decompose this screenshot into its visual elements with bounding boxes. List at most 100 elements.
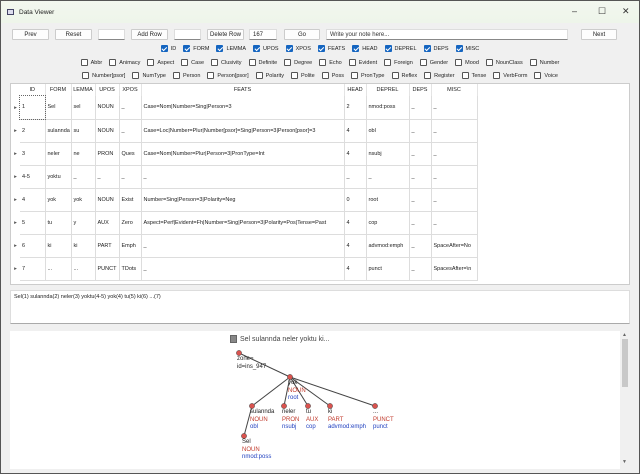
- cell-deps[interactable]: _: [409, 96, 432, 120]
- cell-deprel[interactable]: nmod:poss: [366, 96, 410, 120]
- checkbox-box[interactable]: [82, 72, 90, 79]
- row-expand-icon[interactable]: ▸: [11, 119, 20, 142]
- column-header-deprel[interactable]: DEPREL: [366, 84, 410, 96]
- row-expand-icon[interactable]: ▸: [11, 142, 20, 165]
- note-input[interactable]: Write your note here...: [326, 29, 568, 40]
- checkbox-feats[interactable]: FEATS: [317, 45, 345, 52]
- checkbox-box[interactable]: [461, 72, 469, 79]
- next-button[interactable]: Next: [581, 29, 617, 40]
- column-header-feats[interactable]: FEATS: [141, 84, 345, 96]
- checkbox-box[interactable]: [455, 45, 463, 52]
- cell-lemma[interactable]: ...: [71, 257, 96, 281]
- checkbox-xpos[interactable]: XPOS: [285, 45, 311, 52]
- checkbox-box[interactable]: [183, 45, 191, 52]
- checkbox-box[interactable]: [384, 45, 392, 52]
- cell-form[interactable]: yok: [45, 188, 72, 212]
- column-header-deps[interactable]: DEPS: [409, 84, 432, 96]
- tree-node[interactable]: [287, 374, 293, 380]
- checkbox-deprel[interactable]: DEPREL: [384, 45, 417, 52]
- checkbox-lemma[interactable]: LEMMA: [216, 45, 246, 52]
- row-expand-icon[interactable]: ▸: [11, 234, 20, 257]
- checkbox-deps[interactable]: DEPS: [423, 45, 449, 52]
- tree-node[interactable]: [281, 403, 287, 409]
- table-row[interactable]: ▸ 6 ki ki PART Emph _ 4 advmod:emph _ SpaceAfter=N…: [11, 234, 478, 258]
- cell-misc[interactable]: _: [431, 188, 478, 212]
- checkbox-polarity[interactable]: Polarity: [255, 72, 284, 79]
- checkbox-box[interactable]: [317, 45, 325, 52]
- cell-feats[interactable]: Case=Nom|Number=Plur|Person=3|PronType=I…: [141, 142, 345, 166]
- cell-head[interactable]: 4: [344, 257, 367, 281]
- sentence-text-box[interactable]: Sel(1) sulannda(2) neler(3) yoktu(4-5) y…: [10, 290, 630, 324]
- table-row[interactable]: ▸ 4-5 yoktu _ _ _ _ _ _ _ _: [11, 165, 478, 189]
- checkbox-form[interactable]: FORM: [183, 45, 209, 52]
- cell-deps[interactable]: _: [409, 234, 432, 258]
- cell-misc[interactable]: _: [431, 165, 478, 189]
- checkbox-mood[interactable]: Mood: [455, 59, 479, 66]
- checkbox-box[interactable]: [109, 59, 117, 66]
- cell-misc[interactable]: _: [431, 119, 478, 143]
- checkbox-box[interactable]: [160, 45, 168, 52]
- column-header-xpos[interactable]: XPOS: [119, 84, 142, 96]
- cell-xpos[interactable]: TDots: [119, 257, 142, 281]
- cell-head[interactable]: _: [344, 165, 367, 189]
- cell-deps[interactable]: _: [409, 188, 432, 212]
- cell-upos[interactable]: NOUN: [95, 119, 120, 143]
- cell-deprel[interactable]: _: [366, 165, 410, 189]
- cell-misc[interactable]: SpaceAfter=No: [431, 234, 478, 258]
- scroll-up-icon[interactable]: ▲: [622, 332, 627, 338]
- checkbox-box[interactable]: [485, 59, 493, 66]
- checkbox-box[interactable]: [352, 45, 360, 52]
- checkbox-box[interactable]: [391, 72, 399, 79]
- cell-xpos[interactable]: Zero: [119, 211, 142, 235]
- tree-scrollbar[interactable]: ▲ ▼: [620, 331, 630, 469]
- cell-deps[interactable]: _: [409, 257, 432, 281]
- cell-deprel[interactable]: obl: [366, 119, 410, 143]
- cell-form[interactable]: sulannda: [45, 119, 72, 143]
- cell-deps[interactable]: _: [409, 142, 432, 166]
- add-row-input[interactable]: [98, 29, 125, 40]
- cell-upos[interactable]: NOUN: [95, 188, 120, 212]
- row-expand-icon[interactable]: ▸: [11, 257, 20, 280]
- cell-lemma[interactable]: ki: [71, 234, 96, 258]
- cell-head[interactable]: 4: [344, 211, 367, 235]
- cell-xpos[interactable]: _: [119, 119, 142, 143]
- checkbox-nounclass[interactable]: NounClass: [485, 59, 523, 66]
- checkbox-reflex[interactable]: Reflex: [391, 72, 417, 79]
- reset-button[interactable]: Reset: [55, 29, 92, 40]
- checkbox-box[interactable]: [147, 59, 155, 66]
- cell-xpos[interactable]: Emph: [119, 234, 142, 258]
- cell-upos[interactable]: PRON: [95, 142, 120, 166]
- row-expand-icon[interactable]: ▸: [11, 96, 20, 119]
- cell-id[interactable]: 4-5: [20, 165, 46, 189]
- cell-head[interactable]: 4: [344, 234, 367, 258]
- tree-node[interactable]: [305, 403, 311, 409]
- column-header-lemma[interactable]: LEMMA: [71, 84, 96, 96]
- delete-row-button[interactable]: Delete Row: [207, 29, 244, 40]
- checkbox-poss[interactable]: Poss: [321, 72, 344, 79]
- tree-toggle-icon[interactable]: [230, 335, 237, 343]
- checkbox-box[interactable]: [132, 72, 140, 79]
- column-header-upos[interactable]: UPOS: [95, 84, 120, 96]
- checkbox-box[interactable]: [455, 59, 463, 66]
- checkbox-box[interactable]: [248, 59, 256, 66]
- checkbox-box[interactable]: [384, 59, 392, 66]
- checkbox-box[interactable]: [285, 45, 293, 52]
- cell-head[interactable]: 0: [344, 188, 367, 212]
- cell-form[interactable]: yoktu: [45, 165, 72, 189]
- tree-root-node[interactable]: [236, 350, 242, 356]
- minimize-button[interactable]: –: [572, 6, 577, 16]
- column-header-form[interactable]: FORM: [45, 84, 72, 96]
- checkbox-person[interactable]: Person: [172, 72, 200, 79]
- cell-id[interactable]: 4: [20, 188, 46, 212]
- cell-id[interactable]: 1: [19, 95, 46, 120]
- cell-lemma[interactable]: y: [71, 211, 96, 235]
- table-row[interactable]: ▸ 5 tu y AUX Zero Aspect=Perf|Evident=Fh|Numbe…: [11, 211, 478, 235]
- checkbox-box[interactable]: [534, 72, 542, 79]
- cell-lemma[interactable]: yok: [71, 188, 96, 212]
- cell-feats[interactable]: Aspect=Perf|Evident=Fh|Number=Sing|Perso…: [141, 211, 345, 235]
- checkbox-misc[interactable]: MISC: [455, 45, 479, 52]
- tree-node[interactable]: [372, 403, 378, 409]
- cell-feats[interactable]: _: [141, 257, 345, 281]
- checkbox-tense[interactable]: Tense: [461, 72, 486, 79]
- table-row[interactable]: ▸ 2 sulannda su NOUN _ Case=Loc|Number=Plur|Nu…: [11, 119, 478, 143]
